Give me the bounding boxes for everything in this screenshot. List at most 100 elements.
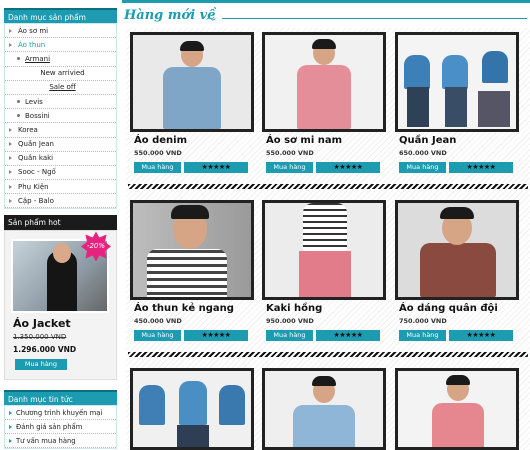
product-name[interactable]: Quần Jean [399, 135, 456, 146]
subcategory-item[interactable]: New arrivied [5, 67, 116, 81]
hair-shape [312, 376, 336, 386]
category-label: New arrivied [40, 69, 85, 78]
category-item[interactable]: Quần kaki [5, 152, 116, 166]
buy-button[interactable]: Mua hàng [266, 162, 313, 173]
hot-product-name[interactable]: Áo Jacket [13, 317, 71, 330]
product-card: Áo denim 550.000 VND Mua hàng ★★★★★ [130, 32, 254, 182]
row-divider [128, 352, 528, 357]
hair-shape [312, 39, 336, 49]
product-image[interactable] [130, 368, 254, 450]
product-card [395, 368, 519, 450]
jean-legs-shape [445, 87, 467, 127]
buy-button[interactable]: Mua hàng [134, 330, 181, 341]
jean-figure-shape [442, 55, 468, 89]
arrow-right-icon [9, 424, 12, 429]
subcategory-item[interactable]: Sale off [5, 81, 116, 95]
product-name[interactable]: Áo sơ mi nam [266, 135, 342, 146]
category-item[interactable]: Phụ Kiện [5, 180, 116, 195]
military-shirt-shape [420, 243, 496, 297]
product-price: 650.000 VND [399, 149, 447, 157]
main-content: Hàng mới về 〜 Áo denim 550.000 VND Mua h… [122, 0, 530, 450]
news-item[interactable]: Chương trình khuyến mại [5, 406, 116, 421]
striped-tee-shape [147, 249, 227, 297]
category-label: Phụ Kiện [18, 182, 49, 191]
product-price: 750.000 VND [399, 317, 447, 325]
category-item[interactable]: Áo sơ mi [5, 24, 116, 39]
arrow-right-icon [9, 198, 12, 203]
pink-khaki-shape [299, 251, 351, 297]
product-image[interactable] [262, 368, 386, 450]
buy-button[interactable]: Mua hàng [134, 162, 181, 173]
category-item[interactable]: Korea [5, 123, 116, 138]
product-image[interactable] [395, 200, 519, 300]
subcategory-item[interactable]: Armani [5, 52, 116, 67]
category-box-title: Danh mục sản phẩm [4, 8, 117, 23]
product-card [262, 368, 386, 450]
product-name[interactable]: Áo dáng quân đội [399, 303, 498, 314]
bullet-icon [17, 100, 20, 104]
category-item[interactable]: Sooc - Ngố [5, 166, 116, 181]
arrow-right-icon [9, 142, 12, 147]
title-rule [222, 18, 527, 19]
arrow-right-icon [9, 438, 12, 443]
category-label: Levis [25, 97, 43, 106]
hot-buy-button[interactable]: Mua hàng [15, 359, 67, 371]
jean-figure-shape [404, 55, 430, 89]
buy-button[interactable]: Mua hàng [266, 330, 313, 341]
product-price: 950.000 VND [266, 317, 314, 325]
subcategory-item[interactable]: Levis [5, 95, 116, 110]
denim-shirt-shape [163, 67, 221, 129]
product-name[interactable]: Áo thun kẻ ngang [134, 303, 234, 314]
hair-shape [180, 41, 204, 51]
arrow-right-icon [9, 42, 12, 47]
product-card: Áo thun kẻ ngang 450.000 VND Mua hàng ★★… [130, 200, 254, 350]
category-label: Áo sơ mi [18, 26, 49, 35]
news-label: Chương trình khuyến mại [16, 408, 103, 417]
category-item[interactable]: Quần Jean [5, 138, 116, 152]
buy-button[interactable]: Mua hàng [399, 162, 446, 173]
arrow-right-icon [9, 410, 12, 415]
product-card: Kaki hồng 950.000 VND Mua hàng ★★★★★ [262, 200, 386, 350]
product-card: Áo dáng quân đội 750.000 VND Mua hàng ★★… [395, 200, 519, 350]
jean-legs-shape [177, 425, 209, 447]
swirl-ornament-icon: 〜 [206, 15, 216, 26]
product-name[interactable]: Kaki hồng [266, 303, 322, 314]
product-image[interactable] [130, 200, 254, 300]
category-label: Korea [18, 125, 38, 134]
section-title: Hàng mới về [124, 8, 216, 23]
category-item[interactable]: Áo thun [5, 38, 116, 53]
category-label: Cặp - Balo [18, 196, 54, 205]
news-label: Tư vấn mua hàng [16, 436, 76, 445]
news-item[interactable]: Tư vấn mua hàng [5, 434, 116, 449]
product-image[interactable] [130, 32, 254, 132]
denim-figure-shape [219, 385, 245, 425]
news-label: Đánh giá sản phẩm [16, 422, 83, 431]
jean-legs-shape [478, 91, 510, 127]
news-item[interactable]: Đánh giá sản phẩm [5, 420, 116, 435]
product-card [130, 368, 254, 450]
sidebar: Danh mục sản phẩm Áo sơ mi Áo thun Arman… [4, 8, 117, 450]
denim-shirt-shape [293, 405, 355, 447]
product-price: 450.000 VND [134, 317, 182, 325]
buy-button[interactable]: Mua hàng [399, 330, 446, 341]
product-price: 550.000 VND [134, 149, 182, 157]
jean-figure-shape [482, 51, 508, 83]
product-card: Quần Jean 650.000 VND Mua hàng ★★★★★ [395, 32, 519, 182]
arrow-right-icon [9, 170, 12, 175]
product-image[interactable] [395, 368, 519, 450]
hot-product-price: 1.296.000 VND [13, 345, 77, 355]
category-label: Bossini [25, 111, 50, 120]
denim-figure-shape [179, 381, 207, 425]
product-name[interactable]: Áo denim [134, 135, 187, 146]
subcategory-item[interactable]: Bossini [5, 109, 116, 124]
hair-shape [440, 207, 474, 219]
product-image[interactable] [395, 32, 519, 132]
category-label: Sale off [49, 83, 76, 92]
product-image[interactable] [262, 32, 386, 132]
product-image[interactable] [262, 200, 386, 300]
jean-legs-shape [407, 87, 429, 127]
category-item[interactable]: Cặp - Balo [5, 194, 116, 209]
category-label: Armani [25, 54, 51, 63]
pink-shirt-shape [297, 65, 351, 129]
hair-shape [446, 375, 470, 385]
